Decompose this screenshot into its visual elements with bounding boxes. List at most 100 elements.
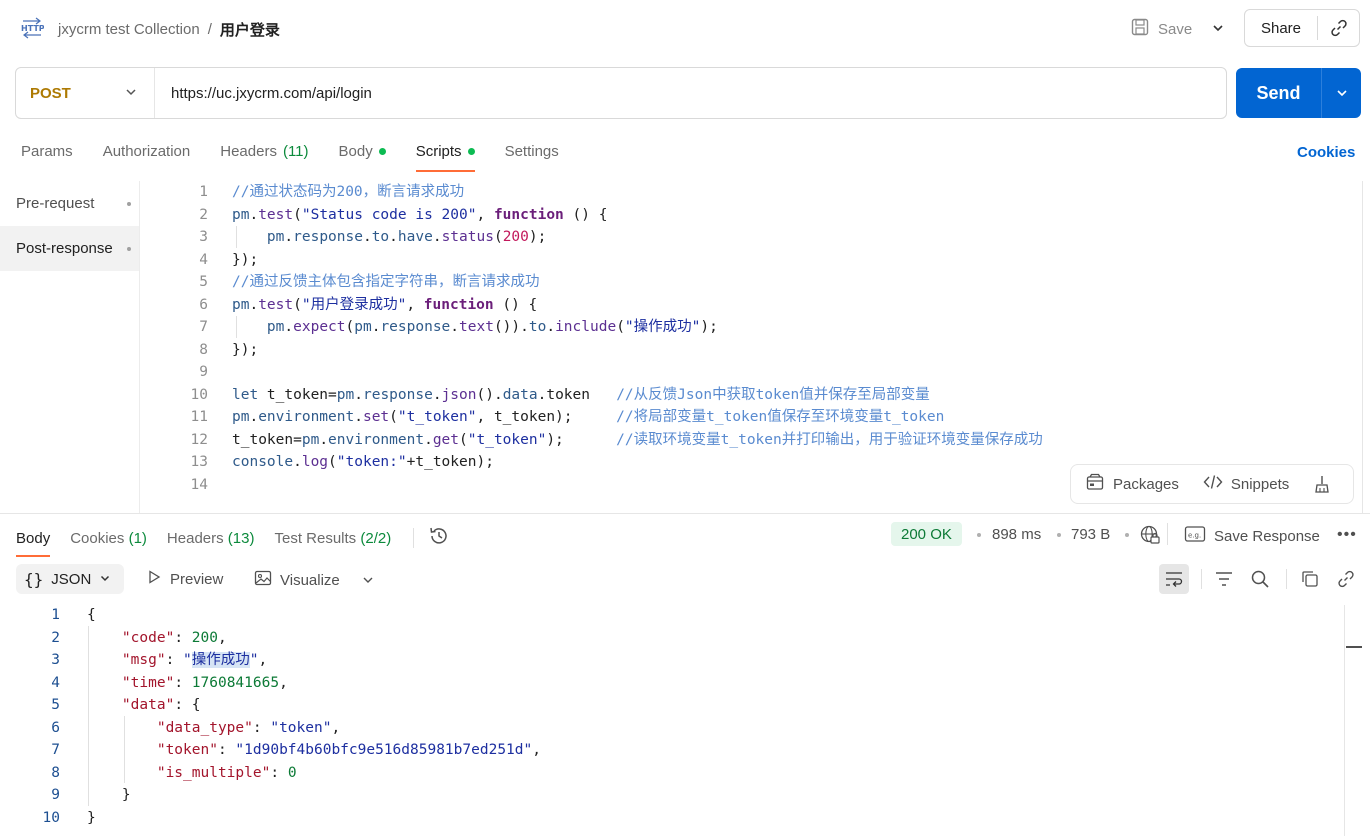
status-badge[interactable]: 200 OK	[891, 522, 962, 546]
link-icon[interactable]	[1336, 569, 1356, 592]
copy-link-icon[interactable]	[1318, 18, 1359, 38]
send-button[interactable]: Send	[1236, 83, 1321, 104]
search-icon[interactable]	[1250, 569, 1270, 592]
response-tab-headers-count: (13)	[227, 529, 255, 547]
scrollbar-thumb[interactable]	[1346, 646, 1362, 648]
line-number: 3	[199, 229, 208, 245]
line-number: 2	[51, 629, 60, 646]
method-selector[interactable]: POST	[16, 68, 155, 118]
code-token: +t_token);	[406, 454, 494, 470]
response-body-viewer[interactable]: 1 {2 "code": 200, 3 "msg": "操作成功", 4 "time"…	[0, 604, 1344, 836]
code-text: t_token=pm.environment.get("t_token"); /…	[232, 429, 1043, 451]
response-time[interactable]: 898 ms	[992, 526, 1041, 543]
json-token: 200	[191, 629, 218, 646]
json-token: ,	[217, 629, 227, 646]
tab-headers[interactable]: Headers (11)	[220, 141, 308, 161]
chevron-down-icon	[99, 571, 111, 588]
save-icon	[1130, 17, 1150, 41]
share-button[interactable]: Share	[1245, 20, 1317, 37]
sidebar-item-post-response[interactable]: Post-response	[0, 226, 139, 271]
breadcrumb-collection[interactable]: jxycrm test Collection	[58, 21, 200, 38]
visualize-options-chevron-down-icon[interactable]	[361, 573, 375, 590]
code-token: });	[232, 341, 259, 358]
code-text: pm.environment.set("t_token", t_token); …	[232, 406, 944, 428]
svg-text:e.g.: e.g.	[1188, 532, 1201, 540]
code-token: log	[301, 454, 329, 470]
snippets-button[interactable]: Snippets	[1203, 472, 1289, 496]
sidebar-item-pre-request[interactable]: Pre-request	[0, 181, 139, 226]
tab-body-label: Body	[338, 142, 373, 160]
response-size[interactable]: 793 B	[1071, 526, 1110, 543]
json-token: }	[87, 787, 131, 803]
json-text: "data_type": "token",	[87, 717, 340, 740]
response-tab-body-label: Body	[16, 529, 51, 547]
response-format-selector[interactable]: {} JSON	[16, 564, 124, 594]
history-icon[interactable]	[428, 525, 450, 551]
response-tab-test-results[interactable]: Test Results (2/2)	[274, 530, 391, 547]
code-text: //通过反馈主体包含指定字符串，断言请求成功	[232, 271, 539, 293]
save-response-icon: e.g.	[1184, 524, 1206, 548]
code-token: (	[389, 409, 398, 425]
save-response-button[interactable]: e.g. Save Response	[1184, 524, 1320, 548]
breadcrumb-separator: /	[207, 21, 212, 38]
code-token: .	[284, 319, 294, 335]
preview-button[interactable]: Preview	[146, 569, 223, 589]
json-token: :	[174, 629, 192, 646]
tab-scripts[interactable]: Scripts	[415, 141, 475, 172]
code-token: environment	[328, 431, 425, 448]
save-options-chevron-down-icon[interactable]	[1206, 16, 1230, 40]
method-label: POST	[30, 84, 71, 102]
code-token: .	[432, 229, 442, 245]
network-globe-lock-icon[interactable]	[1139, 524, 1161, 549]
filter-icon[interactable]	[1214, 569, 1234, 592]
line-number: 13	[190, 454, 208, 470]
json-token: "code"	[121, 629, 175, 646]
code-text: pm.expect(pm.response.text()).to.include…	[232, 316, 718, 338]
line-number: 9	[51, 787, 60, 803]
pane-divider[interactable]	[0, 513, 1370, 514]
code-token: , t_token);	[476, 409, 617, 425]
code-token: .	[432, 386, 442, 403]
response-tab-body[interactable]: Body	[16, 529, 51, 557]
visualize-button[interactable]: Visualize	[254, 569, 340, 591]
meta-separator-dot	[977, 533, 981, 537]
tab-authorization[interactable]: Authorization	[103, 141, 191, 161]
tab-params[interactable]: Params	[21, 141, 73, 161]
code-token: (	[459, 431, 468, 448]
code-token: pm	[336, 386, 355, 403]
code-token: .	[362, 229, 372, 245]
wrap-lines-icon[interactable]	[1159, 564, 1189, 594]
url-input[interactable]: https://uc.jxycrm.com/api/login	[155, 85, 372, 102]
response-scrollbar[interactable]	[1344, 605, 1362, 836]
editor-tools-bar: Packages Snippets	[1070, 464, 1354, 504]
tab-body-indicator-dot	[378, 147, 386, 155]
request-title[interactable]: 用户登录	[220, 19, 280, 40]
json-token: "msg"	[121, 652, 166, 668]
response-tab-headers[interactable]: Headers (13)	[167, 530, 255, 547]
breadcrumb: jxycrm test Collection / 用户登录	[58, 19, 280, 40]
code-token: .	[424, 431, 433, 448]
tab-headers-count: (11)	[282, 142, 309, 160]
tab-scripts-indicator-dot	[467, 147, 475, 155]
json-token: ,	[331, 719, 341, 736]
line-number: 14	[190, 476, 208, 493]
editor-scrollbar[interactable]	[1362, 181, 1363, 513]
cookies-link[interactable]: Cookies	[1297, 144, 1355, 161]
json-text: "data": {	[87, 694, 201, 717]
packages-button[interactable]: Packages	[1085, 472, 1179, 496]
code-text: pm.test("Status code is 200", function (…	[232, 204, 607, 226]
toolbar-divider	[1167, 523, 1168, 545]
code-token: "t_token"	[397, 409, 477, 425]
copy-icon[interactable]	[1300, 569, 1320, 592]
line-number: 9	[199, 364, 208, 380]
send-options-chevron-down-icon[interactable]	[1322, 86, 1361, 100]
response-tab-cookies[interactable]: Cookies (1)	[70, 530, 147, 547]
save-button[interactable]: Save	[1130, 14, 1192, 44]
tab-params-label: Params	[21, 142, 73, 160]
tab-body[interactable]: Body	[339, 141, 386, 161]
json-token: ,	[258, 652, 268, 668]
tab-settings[interactable]: Settings	[505, 141, 559, 161]
clear-format-broom-icon[interactable]	[1313, 474, 1333, 494]
more-options-icon[interactable]: •••	[1337, 526, 1357, 544]
